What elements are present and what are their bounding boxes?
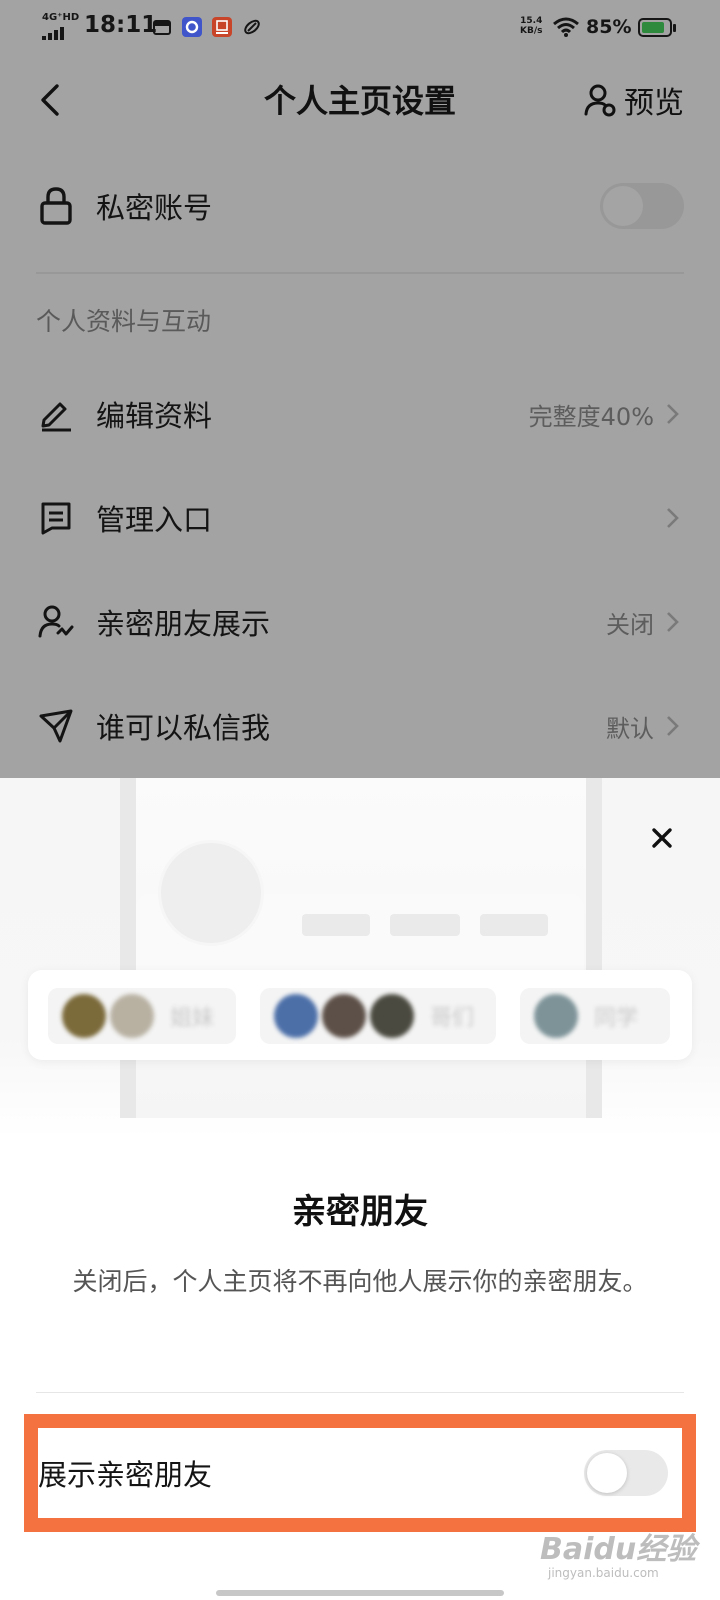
friend-group-name: 姐妹: [170, 1006, 215, 1031]
edit-profile-row[interactable]: 编辑资料 完整度40%: [36, 374, 684, 454]
private-account-toggle[interactable]: [600, 183, 684, 229]
placeholder-bar: [390, 914, 460, 936]
send-icon: [36, 706, 76, 746]
friend-group-name: 同学: [594, 1006, 639, 1031]
close-friends-value: 关闭: [606, 610, 654, 639]
illustration: 姐妹 哥们 同学: [0, 778, 720, 1138]
wifi-icon: [552, 16, 580, 42]
close-button[interactable]: [646, 822, 678, 854]
watermark-logo: Baidu经验: [540, 1532, 697, 1567]
direct-message-label: 谁可以私信我: [96, 711, 271, 745]
edit-icon: [36, 394, 76, 434]
chevron-right-icon: [667, 612, 679, 632]
news-app-icon: [212, 17, 232, 37]
divider: [36, 272, 684, 274]
battery-fill: [642, 22, 665, 33]
placeholder-bar: [302, 914, 370, 936]
link-icon: [242, 17, 262, 37]
top-bar: 个人主页设置 预览: [0, 60, 720, 140]
close-friends-label: 亲密朋友展示: [96, 607, 271, 641]
close-friends-sheet: 姐妹 哥们 同学 亲密朋友 关闭后，个人主页将不再向他人展示你的亲密朋友。 展示…: [0, 778, 720, 1600]
signal-icon: 4G⁺HD: [40, 12, 80, 40]
manage-entry-row[interactable]: 管理入口: [36, 478, 684, 558]
avatar: [274, 994, 318, 1038]
chevron-right-icon: [667, 716, 679, 736]
avatar: [370, 994, 414, 1038]
avatar: [534, 994, 578, 1038]
phone-frame-left: [120, 778, 136, 1118]
edit-profile-label: 编辑资料: [96, 399, 213, 433]
network-type: 4G⁺HD: [42, 12, 80, 23]
close-friends-icon: [36, 602, 76, 642]
preview-label: 预览: [624, 86, 684, 121]
manage-entry-label: 管理入口: [96, 503, 213, 537]
friend-group: 姐妹: [48, 988, 236, 1044]
placeholder-bar: [480, 914, 548, 936]
direct-message-value: 默认: [606, 714, 654, 743]
clock: 18:11: [84, 12, 158, 38]
status-bar: 4G⁺HD 18:11 15.4 KB/s 85%: [0, 0, 720, 56]
friend-group: 同学: [520, 988, 670, 1044]
close-friends-row[interactable]: 亲密朋友展示 关闭: [36, 582, 684, 662]
manage-icon: [36, 498, 76, 538]
network-speed: 15.4 KB/s: [520, 16, 542, 36]
friends-groups-card: 姐妹 哥们 同学: [28, 970, 692, 1060]
sheet-description: 关闭后，个人主页将不再向他人展示你的亲密朋友。: [72, 1267, 648, 1296]
friend-group: 哥们: [260, 988, 496, 1044]
battery-percent: 85%: [586, 16, 632, 38]
sheet-title: 亲密朋友: [292, 1192, 428, 1232]
speed-value: 15.4: [520, 16, 543, 26]
watermark: Baidu经验 jingyan.baidu.com: [540, 1506, 710, 1596]
calendar-icon: [152, 17, 172, 37]
close-icon: [652, 828, 672, 848]
chevron-right-icon: [667, 508, 679, 528]
private-account-row[interactable]: 私密账号: [36, 166, 684, 246]
home-indicator[interactable]: [216, 1590, 504, 1596]
private-account-label: 私密账号: [96, 191, 213, 225]
lock-icon: [36, 186, 76, 226]
avatar: [110, 994, 154, 1038]
browser-icon: [182, 17, 202, 37]
battery-icon: [638, 18, 676, 37]
section-title: 个人资料与互动: [36, 307, 212, 336]
preview-button[interactable]: 预览: [584, 78, 684, 122]
watermark-url: jingyan.baidu.com: [548, 1566, 659, 1580]
chevron-right-icon: [667, 404, 679, 424]
friend-group-name: 哥们: [430, 1006, 475, 1031]
avatar: [322, 994, 366, 1038]
phone-frame-right: [586, 778, 602, 1118]
avatar: [62, 994, 106, 1038]
edit-profile-value: 完整度40%: [528, 402, 654, 431]
divider: [36, 1392, 684, 1393]
speed-unit: KB/s: [520, 26, 543, 36]
avatar: [158, 840, 264, 946]
user-preview-icon: [584, 84, 616, 117]
direct-message-row[interactable]: 谁可以私信我 默认: [36, 686, 684, 766]
